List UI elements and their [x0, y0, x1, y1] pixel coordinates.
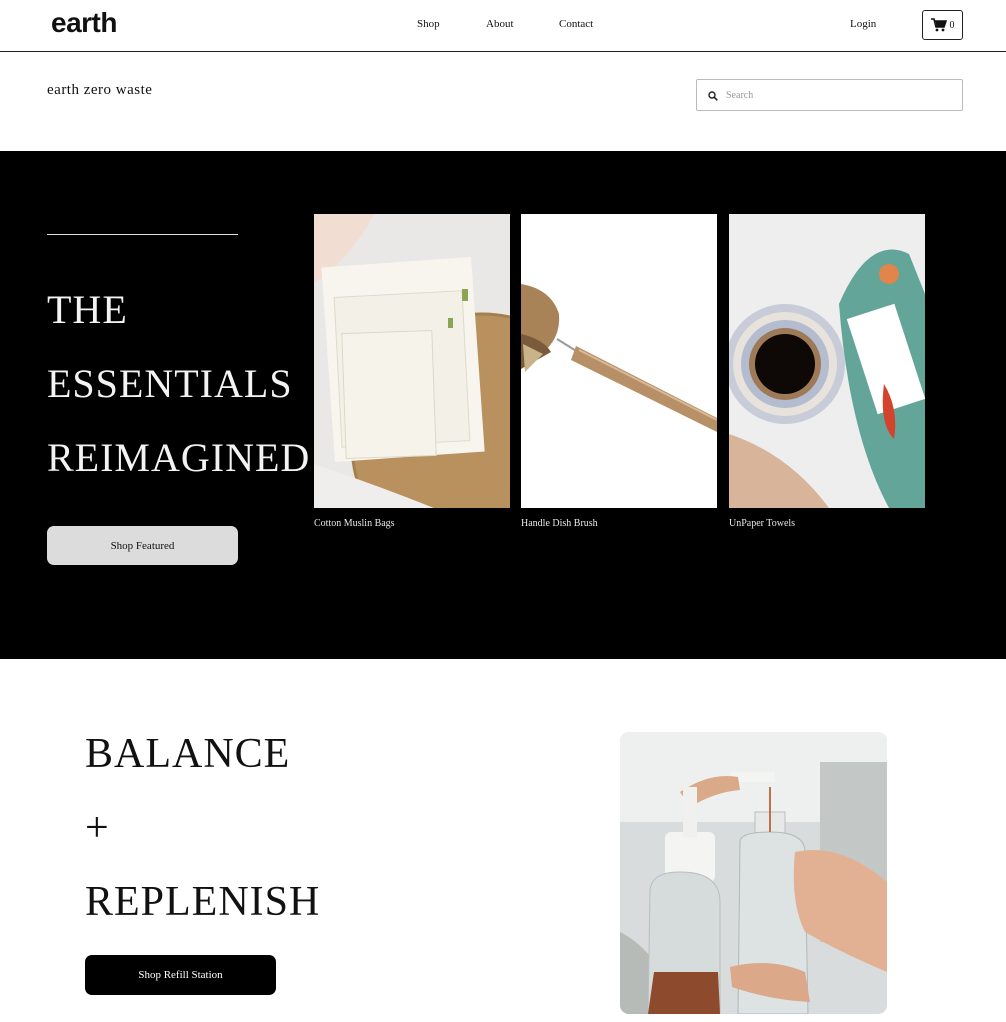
search-input[interactable] — [726, 89, 946, 101]
refill-heading-line: BALANCE — [85, 731, 291, 777]
refill-heading-line: REPLENISH — [85, 879, 321, 925]
nav-contact-link[interactable]: Contact — [559, 18, 593, 30]
hero-divider — [47, 234, 238, 235]
hero-title-line: ESSENTIALS — [47, 361, 293, 406]
product-name[interactable]: UnPaper Towels — [729, 518, 925, 529]
hero-section: THE ESSENTIALS REIMAGINED Shop Featured … — [0, 151, 1006, 659]
hero-title: THE ESSENTIALS REIMAGINED — [47, 273, 310, 495]
refill-heading-line: + — [85, 805, 110, 851]
product-card[interactable]: Cotton Muslin Bags — [314, 214, 510, 529]
search-icon — [708, 86, 718, 105]
hero-title-line: THE — [47, 287, 128, 332]
shop-refill-station-button[interactable]: Shop Refill Station — [85, 955, 276, 995]
product-card[interactable]: Handle Dish Brush — [521, 214, 717, 529]
cart-icon — [930, 18, 947, 32]
unpaper-towels-image[interactable] — [729, 214, 925, 508]
handle-dish-brush-image[interactable] — [521, 214, 717, 508]
shop-featured-button[interactable]: Shop Featured — [47, 526, 238, 565]
cart-button[interactable]: 0 — [922, 10, 963, 40]
product-card[interactable]: UnPaper Towels — [729, 214, 925, 529]
top-navigation-bar: earth Shop About Contact Login 0 — [0, 0, 1006, 52]
cart-count: 0 — [949, 19, 955, 31]
logo[interactable]: earth — [51, 7, 117, 39]
product-name[interactable]: Handle Dish Brush — [521, 518, 717, 529]
login-link[interactable]: Login — [850, 18, 876, 30]
hero-title-line: REIMAGINED — [47, 435, 311, 480]
product-name[interactable]: Cotton Muslin Bags — [314, 518, 510, 529]
search-box[interactable] — [696, 79, 963, 111]
cotton-muslin-bags-image[interactable] — [314, 214, 510, 508]
nav-about-link[interactable]: About — [486, 18, 514, 30]
site-name: earth zero waste — [47, 82, 153, 98]
nav-shop-link[interactable]: Shop — [417, 18, 440, 30]
refill-station-image — [620, 732, 887, 1014]
